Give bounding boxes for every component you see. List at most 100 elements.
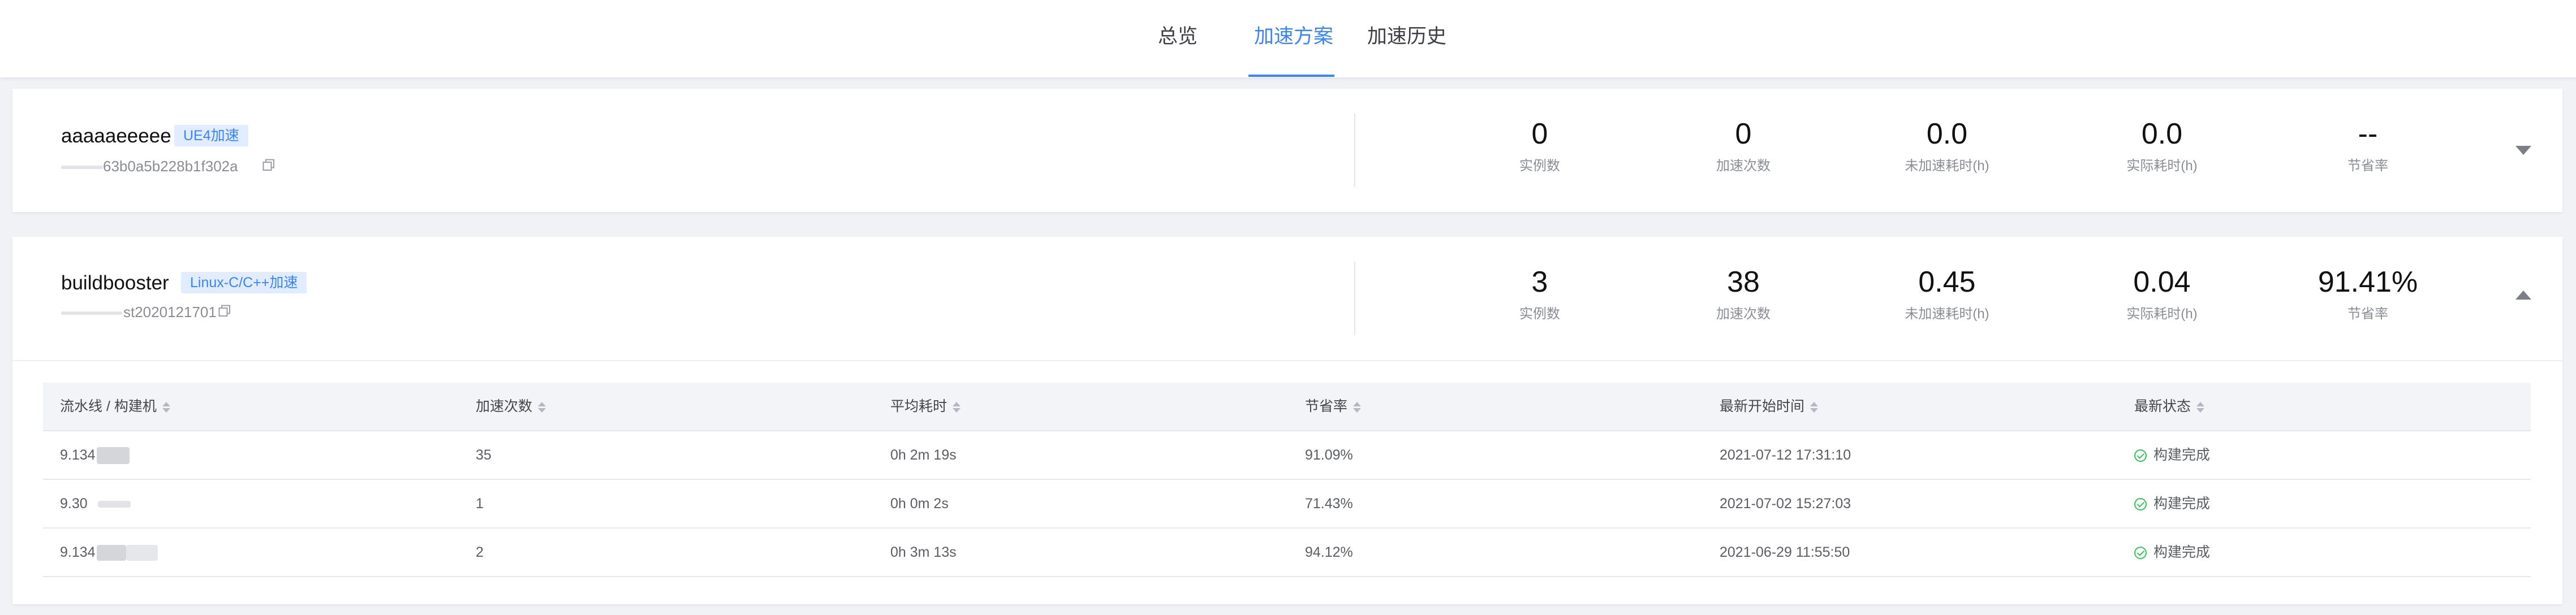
stat-saving-rate: -- 节省率 [2283, 117, 2453, 174]
stat-label: 实例数 [1519, 158, 1560, 174]
cell-machine: 9.134 [60, 529, 158, 576]
stat-instances: 0 实例数 [1455, 117, 1625, 174]
active-tab-indicator [1248, 75, 1334, 77]
stat-label: 未加速耗时(h) [1905, 158, 1989, 174]
stat-label: 加速次数 [1716, 158, 1771, 174]
redacted-ip [97, 501, 131, 508]
cell-avg-time: 0h 0m 2s [890, 496, 949, 512]
tab-acceleration-plans[interactable]: 加速方案 [1254, 20, 1333, 49]
cell-status: 构建完成 [2134, 431, 2210, 479]
machine-ip: 9.134 [60, 544, 96, 560]
column-header-machine[interactable]: 流水线 / 构建机 [60, 383, 170, 430]
plan-id: 63b0a5b228b1f302a [61, 158, 238, 175]
stat-label: 节省率 [2347, 158, 2388, 174]
cell-count: 35 [476, 447, 492, 463]
plan-name: buildbooster [61, 272, 169, 294]
caret-up-icon[interactable] [2515, 291, 2531, 300]
column-header-label: 加速次数 [476, 399, 533, 414]
cell-avg-time: 0h 3m 13s [890, 544, 957, 560]
status-text: 构建完成 [2153, 496, 2211, 512]
stat-unaccelerated-time: 0.45 未加速耗时(h) [1862, 265, 2032, 322]
machine-table: 流水线 / 构建机 加速次数 平均耗时 节省率 最新开始时间 最新状态 9.13… [43, 383, 2531, 577]
sort-icon[interactable] [2196, 401, 2205, 413]
table-row[interactable]: 9.134 35 0h 2m 19s 91.09% 2021-07-12 17:… [43, 431, 2531, 480]
plan-card-aaaaaeeeee[interactable]: aaaaaeeeee UE4加速 63b0a5b228b1f302a 0 实例数… [12, 89, 2562, 212]
column-header-start-time[interactable]: 最新开始时间 [1720, 383, 1819, 430]
tab-overview[interactable]: 总览 [1158, 20, 1197, 49]
status-text: 构建完成 [2153, 544, 2211, 560]
stat-value: 0.04 [2133, 266, 2191, 298]
stat-value: 3 [1531, 266, 1548, 298]
cell-machine: 9.30 [60, 480, 131, 527]
redacted-ip [96, 545, 126, 561]
stat-actual-time: 0.0 实际耗时(h) [2077, 117, 2247, 174]
card-divider [1354, 262, 1355, 335]
stat-value: 38 [1727, 266, 1760, 298]
cell-start-time: 2021-06-29 11:55:50 [1720, 544, 1850, 560]
stat-label: 节省率 [2347, 306, 2388, 322]
cell-rate: 94.12% [1305, 544, 1353, 560]
check-circle-icon [2134, 449, 2147, 462]
column-header-label: 流水线 / 构建机 [60, 399, 157, 414]
stat-value: 0.0 [2141, 118, 2183, 150]
copy-icon[interactable] [262, 159, 275, 171]
column-header-label: 节省率 [1305, 399, 1348, 414]
column-header-avg-time[interactable]: 平均耗时 [890, 383, 961, 430]
sort-icon[interactable] [1353, 401, 1362, 413]
redacted-ip [126, 545, 158, 561]
stat-accelerations: 38 加速次数 [1659, 265, 1828, 322]
cell-rate: 91.09% [1305, 447, 1353, 463]
column-header-label: 最新开始时间 [1720, 399, 1805, 414]
stat-label: 实际耗时(h) [2126, 306, 2198, 322]
check-circle-icon [2134, 498, 2147, 511]
tab-acceleration-history[interactable]: 加速历史 [1367, 20, 1446, 49]
plan-id-text: st2020121701 [123, 304, 217, 321]
status-text: 构建完成 [2153, 447, 2211, 463]
cell-start-time: 2021-07-02 15:27:03 [1720, 496, 1851, 512]
stat-label: 实例数 [1519, 306, 1560, 322]
redacted-id-prefix [61, 166, 103, 170]
plan-id: st2020121701 [61, 304, 217, 321]
cell-count: 2 [476, 544, 484, 560]
copy-icon[interactable] [218, 305, 231, 317]
stat-actual-time: 0.04 实际耗时(h) [2077, 265, 2247, 322]
plan-type-badge: UE4加速 [174, 125, 248, 146]
column-header-status[interactable]: 最新状态 [2134, 383, 2205, 430]
sort-icon[interactable] [953, 401, 961, 413]
cell-count: 1 [476, 496, 484, 512]
column-header-count[interactable]: 加速次数 [476, 383, 546, 430]
stat-value: 0.45 [1918, 266, 1976, 298]
redacted-id-prefix [61, 311, 122, 315]
stat-instances: 3 实例数 [1455, 265, 1625, 322]
plan-card-buildbooster[interactable]: buildbooster Linux-C/C++加速 st2020121701 … [12, 237, 2562, 604]
cell-machine: 9.134 [60, 431, 130, 479]
cell-start-time: 2021-07-12 17:31:10 [1720, 447, 1851, 463]
stat-accelerations: 0 加速次数 [1659, 117, 1828, 174]
table-header: 流水线 / 构建机 加速次数 平均耗时 节省率 最新开始时间 最新状态 [43, 383, 2531, 431]
plan-id-text: 63b0a5b228b1f302a [103, 158, 238, 175]
sort-icon[interactable] [1810, 401, 1819, 413]
stat-value: 91.41% [2317, 266, 2418, 298]
top-nav: 总览 加速方案 加速历史 [0, 0, 2576, 79]
stat-label: 实际耗时(h) [2126, 158, 2198, 174]
stat-saving-rate: 91.41% 节省率 [2283, 265, 2453, 322]
cell-status: 构建完成 [2134, 480, 2210, 527]
cell-rate: 71.43% [1305, 496, 1353, 512]
stat-value: 0 [1531, 118, 1548, 150]
card-divider [1354, 114, 1355, 187]
sort-icon[interactable] [162, 401, 170, 413]
table-row[interactable]: 9.134 2 0h 3m 13s 94.12% 2021-06-29 11:5… [43, 529, 2531, 577]
stat-value: 0 [1735, 118, 1752, 150]
machine-ip: 9.30 [60, 496, 88, 512]
stat-value: 0.0 [1926, 118, 1968, 150]
check-circle-icon [2134, 547, 2147, 560]
stat-unaccelerated-time: 0.0 未加速耗时(h) [1862, 117, 2032, 174]
column-header-rate[interactable]: 节省率 [1305, 383, 1362, 430]
cell-avg-time: 0h 2m 19s [890, 447, 957, 463]
sort-icon[interactable] [538, 401, 546, 413]
table-row[interactable]: 9.30 1 0h 0m 2s 71.43% 2021-07-02 15:27:… [43, 480, 2531, 529]
plan-type-badge: Linux-C/C++加速 [181, 272, 307, 293]
caret-down-icon[interactable] [2515, 146, 2531, 155]
column-header-label: 最新状态 [2134, 399, 2191, 414]
redacted-ip [96, 447, 130, 465]
